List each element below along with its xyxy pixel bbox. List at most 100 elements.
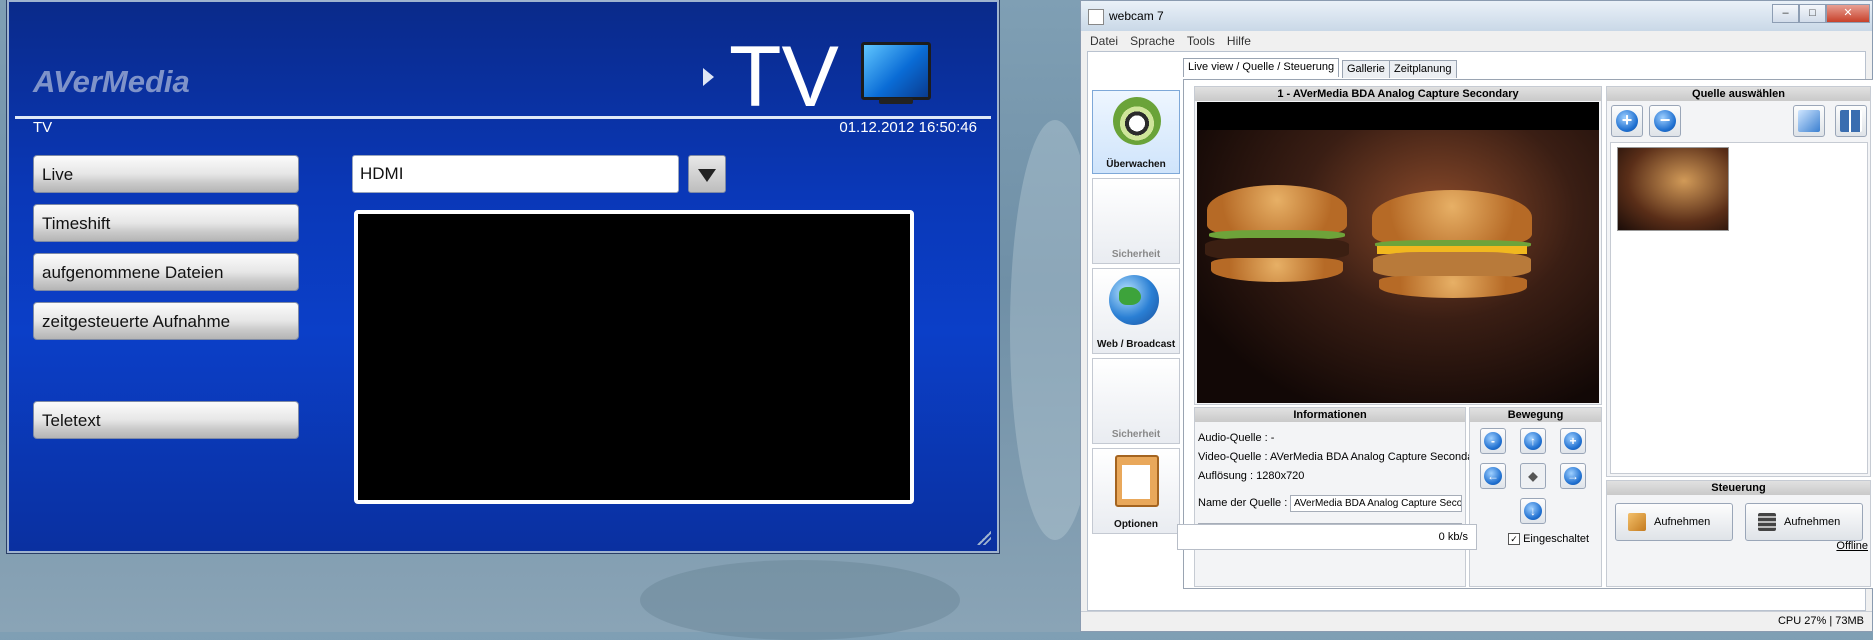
move-right-button[interactable]: → (1560, 463, 1586, 489)
title-bar[interactable]: webcam 7 – □ ✕ (1081, 1, 1872, 31)
add-source-button[interactable]: + (1611, 105, 1643, 137)
move-left-button[interactable]: ← (1480, 463, 1506, 489)
maximize-button[interactable]: □ (1799, 4, 1826, 23)
app-icon (1088, 9, 1104, 25)
zoom-out-button[interactable]: - (1480, 428, 1506, 454)
cpu-status: CPU 27% | 73MB (1777, 615, 1864, 627)
arrow-left-icon: ← (1484, 467, 1502, 485)
layout-grid-button[interactable] (1835, 105, 1867, 137)
photo-icon (1628, 513, 1646, 531)
tab-live-view[interactable]: Live view / Quelle / Steuerung (1183, 58, 1340, 77)
close-button[interactable]: ✕ (1826, 4, 1870, 23)
source-name-input[interactable]: AVerMedia BDA Analog Capture Secondary (1290, 495, 1462, 512)
control-title: Steuerung (1607, 481, 1870, 495)
tab-gallery[interactable]: Gallerie (1342, 60, 1390, 78)
source-thumbnail[interactable] (1617, 147, 1729, 231)
menu-bar: Datei Sprache Tools Hilfe (1081, 31, 1872, 51)
menu-sprache[interactable]: Sprache (1130, 34, 1175, 48)
live-video[interactable] (1197, 102, 1599, 403)
section-label: TV (33, 119, 53, 136)
datetime: 01.12.2012 16:50:46 (839, 119, 977, 136)
zoom-in-icon: + (1564, 432, 1582, 450)
minus-icon: − (1654, 110, 1676, 132)
zoom-in-button[interactable]: + (1560, 428, 1586, 454)
film-icon (1758, 513, 1776, 531)
nav-options[interactable]: Optionen (1092, 448, 1180, 534)
movement-title: Bewegung (1470, 408, 1601, 422)
nav-security-2[interactable]: Sicherheit (1092, 358, 1180, 444)
nav-label: Optionen (1114, 519, 1158, 530)
move-down-button[interactable]: ↓ (1520, 498, 1546, 524)
play-arrow-icon (703, 68, 714, 86)
offline-link[interactable]: Offline (1836, 540, 1868, 552)
arrow-up-icon: ↑ (1524, 432, 1542, 450)
source-name-label: Name der Quelle : (1198, 497, 1288, 509)
zoom-out-icon: - (1484, 432, 1502, 450)
record-label: Aufnehmen (1654, 516, 1711, 528)
source-list (1610, 142, 1868, 474)
avermedia-window: AVerMedia TV TV 01.12.2012 16:50:46 Live… (7, 0, 999, 553)
source-select-title: Quelle auswählen (1607, 87, 1870, 101)
remove-source-button[interactable]: − (1649, 105, 1681, 137)
edit-icon (1798, 110, 1820, 132)
arrow-down-icon: ↓ (1524, 502, 1542, 520)
recorded-files-button[interactable]: aufgenommene Dateien (33, 253, 299, 291)
chevron-down-icon[interactable] (688, 155, 726, 193)
minimize-button[interactable]: – (1772, 4, 1799, 23)
live-button[interactable]: Live (33, 155, 299, 193)
record-label: Aufnehmen (1784, 516, 1841, 528)
scheduled-recording-button[interactable]: zeitgesteuerte Aufnahme (33, 302, 299, 340)
record-snapshot-button[interactable]: Aufnehmen (1615, 503, 1733, 541)
nav-web-broadcast[interactable]: Web / Broadcast (1092, 268, 1180, 354)
source-select-panel: Quelle auswählen + − (1606, 86, 1871, 477)
video-panel: 1 - AVerMedia BDA Analog Capture Seconda… (1194, 86, 1602, 405)
grid-icon (1840, 110, 1862, 132)
data-rate: 0 kb/s (1177, 524, 1477, 550)
tab-schedule[interactable]: Zeitplanung (1389, 60, 1457, 78)
resize-grip-icon[interactable] (977, 531, 991, 545)
tv-preview (354, 210, 914, 504)
movement-panel: Bewegung - ↑ + ← ◆ → ↓ ✓ Eingeschaltet (1469, 407, 1602, 587)
enabled-label: Eingeschaltet (1523, 533, 1590, 545)
window-title: webcam 7 (1109, 9, 1164, 23)
record-video-button[interactable]: Aufnehmen (1745, 503, 1863, 541)
enabled-toggle[interactable]: ✓ Eingeschaltet (1508, 533, 1590, 546)
video-title: 1 - AVerMedia BDA Analog Capture Seconda… (1195, 87, 1601, 101)
nav-label: Sicherheit (1111, 249, 1161, 260)
info-panel: Informationen Audio-Quelle : - Video-Que… (1194, 407, 1477, 587)
menu-hilfe[interactable]: Hilfe (1227, 34, 1251, 48)
arrow-right-icon: → (1564, 467, 1582, 485)
wallpaper-shape (640, 560, 960, 640)
center-button[interactable]: ◆ (1520, 463, 1546, 489)
video-source: Video-Quelle : AVerMedia BDA Analog Capt… (1198, 451, 1478, 463)
tv-icon (861, 42, 931, 100)
control-panel: Steuerung Aufnehmen Aufnehmen (1606, 480, 1871, 587)
audio-source: Audio-Quelle : - (1198, 432, 1275, 444)
nav-security[interactable]: Sicherheit (1092, 178, 1180, 264)
nav-label: Web / Broadcast (1097, 339, 1176, 350)
info-title: Informationen (1195, 408, 1465, 422)
move-up-button[interactable]: ↑ (1520, 428, 1546, 454)
resolution: Auflösung : 1280x720 (1198, 470, 1305, 482)
eye-icon (1113, 97, 1161, 145)
menu-tools[interactable]: Tools (1187, 34, 1215, 48)
plus-icon: + (1616, 110, 1638, 132)
timeshift-button[interactable]: Timeshift (33, 204, 299, 242)
mode-title: TV (729, 29, 839, 125)
burger-scene (1197, 130, 1599, 403)
teletext-button[interactable]: Teletext (33, 401, 299, 439)
menu-datei[interactable]: Datei (1090, 34, 1118, 48)
webcam-window: webcam 7 – □ ✕ Datei Sprache Tools Hilfe… (1080, 0, 1873, 632)
edit-source-button[interactable] (1793, 105, 1825, 137)
tab-panel: 1 - AVerMedia BDA Analog Capture Seconda… (1183, 79, 1873, 589)
clipboard-icon (1115, 455, 1159, 507)
avermedia-logo: AVerMedia (33, 64, 190, 99)
source-select[interactable]: HDMI (352, 155, 679, 193)
nav-label: Überwachen (1106, 159, 1166, 170)
nav-monitor[interactable]: Überwachen (1092, 90, 1180, 174)
tv-stand-icon (879, 98, 913, 104)
globe-icon (1109, 275, 1159, 325)
nav-label: Sicherheit (1111, 429, 1161, 440)
status-bar: CPU 27% | 73MB (1081, 611, 1872, 631)
checkbox-icon[interactable]: ✓ (1508, 533, 1520, 546)
